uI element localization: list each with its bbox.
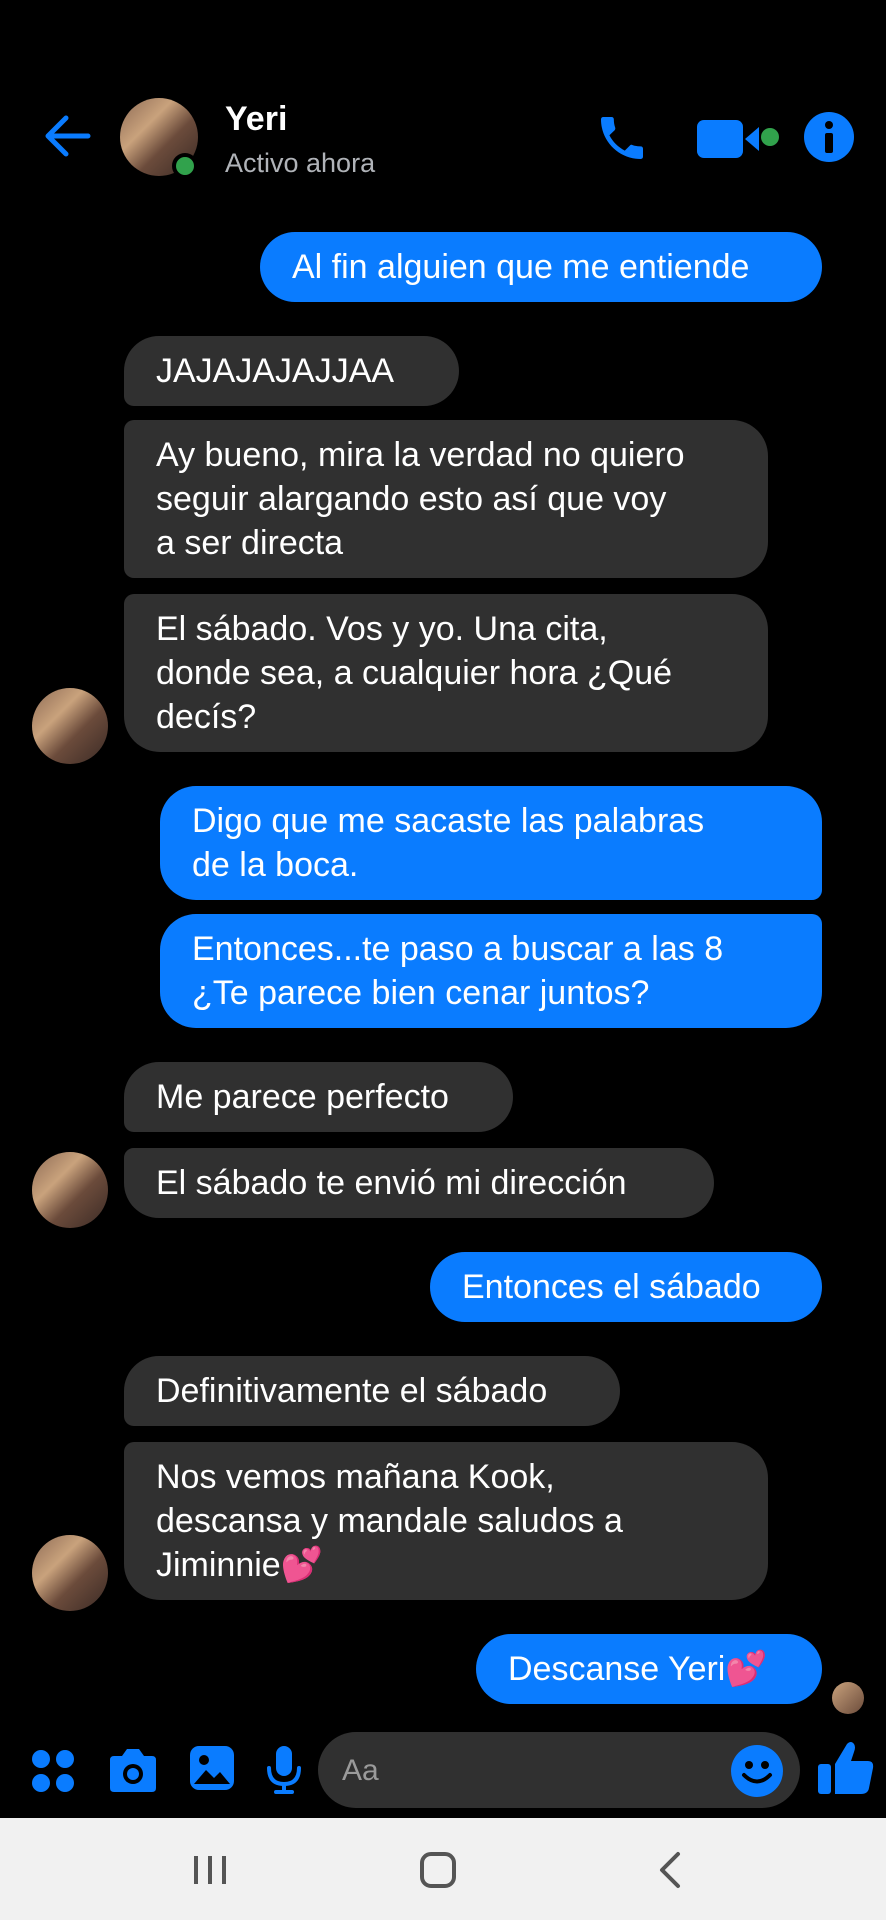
back-arrow-icon[interactable] (40, 108, 96, 164)
message-bubble-outgoing[interactable]: Al fin alguien que me entiende (260, 232, 822, 302)
message-bubble-outgoing[interactable]: Entonces...te paso a buscar a las 8 ¿Te … (160, 914, 822, 1028)
message-bubble-incoming[interactable]: Nos vemos mañana Kook, descansa y mandal… (124, 1442, 768, 1600)
message-input[interactable] (318, 1732, 800, 1808)
recent-apps-icon[interactable] (190, 1852, 230, 1888)
message-bubble-outgoing[interactable]: Descanse Yeri💕 (476, 1634, 822, 1704)
camera-icon[interactable] (106, 1746, 160, 1796)
emoji-icon[interactable] (730, 1744, 784, 1798)
message-input-placeholder: Aa (342, 1754, 379, 1787)
contact-avatar-small (32, 1535, 108, 1611)
message-bubble-incoming[interactable]: JAJAJAJAJJAA (124, 336, 459, 406)
message-bubble-outgoing[interactable]: Digo que me sacaste las palabras de la b… (160, 786, 822, 900)
video-camera-icon[interactable] (695, 114, 785, 164)
message-bubble-incoming[interactable]: El sábado. Vos y yo. Una cita, donde sea… (124, 594, 768, 752)
message-bubble-incoming[interactable]: Me parece perfecto (124, 1062, 513, 1132)
phone-icon[interactable] (594, 110, 650, 166)
message-bubble-incoming[interactable]: El sábado te envió mi dirección (124, 1148, 714, 1218)
contact-status: Activo ahora (225, 148, 376, 178)
contact-name[interactable]: Yeri (225, 100, 287, 139)
contact-avatar-small (32, 688, 108, 764)
message-bubble-outgoing[interactable]: Entonces el sábado (430, 1252, 822, 1322)
home-icon[interactable] (418, 1850, 458, 1890)
seen-avatar (832, 1682, 864, 1714)
message-bubble-incoming[interactable]: Definitivamente el sábado (124, 1356, 620, 1426)
image-icon[interactable] (188, 1744, 236, 1792)
chat-header: Yeri Activo ahora (0, 0, 886, 240)
online-indicator (172, 153, 198, 179)
apps-icon[interactable] (30, 1748, 76, 1794)
thumbs-up-icon[interactable] (816, 1738, 876, 1798)
contact-avatar-small (32, 1152, 108, 1228)
system-back-icon[interactable] (652, 1850, 688, 1890)
microphone-icon[interactable] (264, 1744, 304, 1796)
info-icon[interactable] (802, 110, 856, 164)
message-bubble-incoming[interactable]: Ay bueno, mira la verdad no quiero segui… (124, 420, 768, 578)
